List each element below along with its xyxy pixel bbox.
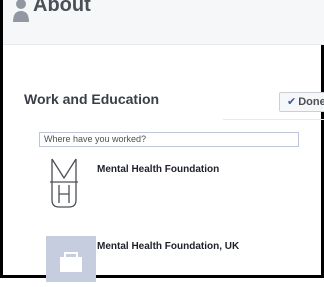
page-title: About	[33, 0, 91, 16]
page-header: About	[3, 0, 324, 45]
result-name: Mental Health Foundation	[97, 164, 220, 175]
checkmark-icon: ✔	[287, 96, 297, 108]
result-name: Mental Health Foundation, UK	[97, 241, 240, 252]
work-thumbnail	[46, 236, 96, 282]
mhf-logo-icon	[50, 158, 78, 208]
done-button[interactable]: ✔ Done	[279, 92, 324, 112]
list-item[interactable]: Mental Health Foundation	[39, 150, 324, 208]
section-title: Work and Education	[24, 91, 160, 107]
briefcase-icon	[60, 252, 82, 272]
done-button-label: Done	[298, 96, 324, 108]
workplace-search-input[interactable]: Where have you worked?	[39, 132, 299, 147]
workplace-search-placeholder: Where have you worked?	[44, 134, 147, 144]
person-icon	[13, 0, 29, 22]
divider	[223, 119, 324, 120]
